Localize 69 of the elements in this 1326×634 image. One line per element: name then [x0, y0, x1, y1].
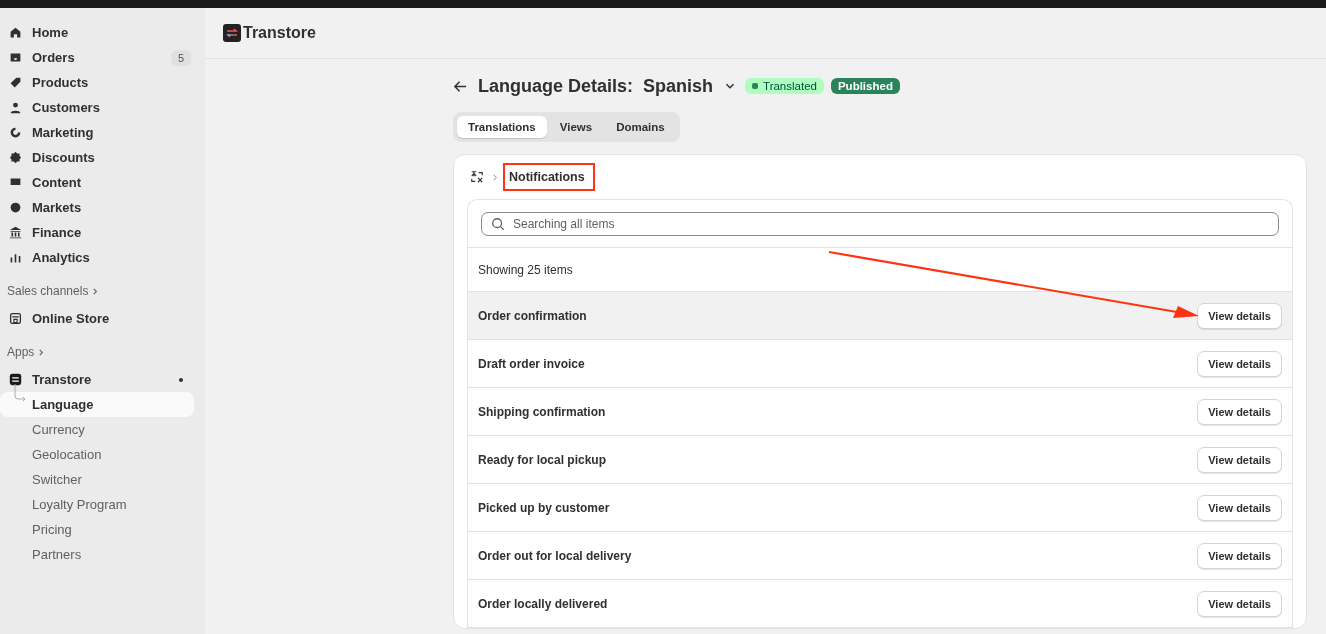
- notification-name: Picked up by customer: [478, 500, 610, 515]
- notification-name: Draft order invoice: [478, 356, 585, 371]
- search-field[interactable]: Searching all items: [481, 212, 1279, 236]
- nav-item[interactable]: Online Store: [0, 306, 205, 331]
- notification-name: Order confirmation: [478, 308, 587, 323]
- section-heading[interactable]: Apps: [7, 345, 35, 359]
- store-icon: [9, 312, 22, 325]
- nav-item[interactable]: Markets: [0, 195, 205, 220]
- app-name: Transtore: [243, 24, 316, 42]
- nav-icon: [9, 226, 22, 239]
- chevron-right-icon: [92, 287, 100, 295]
- notification-name: Order out for local delivery: [478, 548, 632, 563]
- list-row[interactable]: Ready for local pickup View details: [468, 436, 1292, 484]
- nav-item[interactable]: Discounts: [0, 145, 205, 170]
- notification-name: Shipping confirmation: [478, 404, 606, 419]
- subnav-item[interactable]: Partners: [0, 542, 194, 567]
- subnav-item[interactable]: Switcher: [0, 467, 194, 492]
- nav-icon: [9, 201, 22, 214]
- list-row[interactable]: Picked up by customer View details: [468, 484, 1292, 532]
- view-details-button[interactable]: View details: [1197, 494, 1282, 521]
- subnav-item[interactable]: Currency: [0, 417, 194, 442]
- nav-icon: [9, 126, 22, 139]
- view-details-button[interactable]: View details: [1197, 446, 1282, 473]
- nav-item[interactable]: Customers: [0, 95, 205, 120]
- count-badge: 5: [170, 49, 191, 66]
- nav-icon: [9, 51, 22, 64]
- nav-icon: [9, 101, 22, 114]
- list-row[interactable]: Draft order invoice View details: [468, 340, 1292, 388]
- subnav-item[interactable]: Geolocation: [0, 442, 194, 467]
- notification-name: Ready for local pickup: [478, 452, 607, 467]
- status-badge: Published: [830, 78, 900, 94]
- view-details-button[interactable]: View details: [1197, 398, 1282, 425]
- nav-icon: [9, 151, 22, 164]
- nav-item[interactable]: Products: [0, 70, 205, 95]
- nav-icon: [9, 251, 22, 264]
- nav-icon: [9, 26, 22, 39]
- chevron-right-icon: [38, 348, 46, 356]
- subnav-item[interactable]: Loyalty Program: [0, 492, 194, 517]
- chevron-right-icon: [492, 173, 499, 181]
- app-logo-icon: [9, 373, 22, 386]
- nav-item[interactable]: Marketing: [0, 120, 205, 145]
- list-row[interactable]: Order out for local delivery View details: [468, 532, 1292, 580]
- breadcrumb-item[interactable]: Notifications: [503, 163, 595, 191]
- view-details-button[interactable]: View details: [1197, 350, 1282, 377]
- nav-item[interactable]: Home: [0, 20, 205, 45]
- tab[interactable]: Translations: [457, 116, 547, 138]
- list-row[interactable]: Order confirmation View details: [468, 292, 1292, 340]
- list-row[interactable]: Shipping confirmation View details: [468, 388, 1292, 436]
- nav-item[interactable]: Finance: [0, 220, 205, 245]
- item-count: Showing 25 items: [478, 262, 573, 277]
- status-badge: Translated: [745, 78, 824, 94]
- app-logo-icon: [223, 24, 241, 42]
- nav-icon: [9, 76, 22, 89]
- nav-item[interactable]: Transtore: [0, 367, 205, 392]
- notification-name: Order locally delivered: [478, 596, 608, 611]
- nav-item[interactable]: Analytics: [0, 245, 205, 270]
- nav-item[interactable]: Orders 5: [0, 45, 205, 70]
- tab[interactable]: Domains: [605, 116, 676, 138]
- list-row[interactable]: Order locally delivered View details: [468, 580, 1292, 628]
- view-details-button[interactable]: View details: [1197, 590, 1282, 617]
- view-details-button[interactable]: View details: [1197, 542, 1282, 569]
- nav-item[interactable]: Content: [0, 170, 205, 195]
- search-icon: [491, 217, 505, 231]
- subnav-item[interactable]: Language: [0, 392, 194, 417]
- tab[interactable]: Views: [548, 116, 604, 138]
- page-title: Language Details: Spanish: [478, 75, 714, 97]
- subnav-item[interactable]: Pricing: [0, 517, 194, 542]
- view-details-button[interactable]: View details: [1197, 302, 1282, 329]
- section-heading[interactable]: Sales channels: [7, 284, 89, 298]
